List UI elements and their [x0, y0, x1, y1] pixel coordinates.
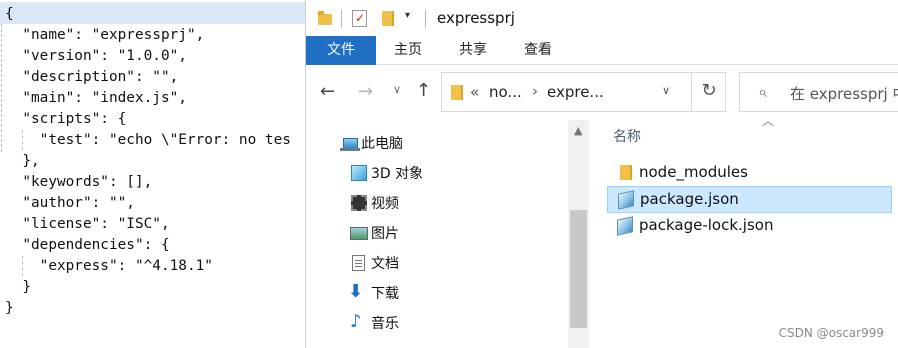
code-line: "express": "^4.18.1": [5, 258, 213, 274]
picture-icon: [350, 227, 368, 240]
code-line: "description": "",: [5, 69, 179, 85]
tab-view[interactable]: 查看: [516, 36, 560, 65]
search-placeholder: 在 expressprj 中: [790, 85, 898, 103]
search-box[interactable]: ⌕ 在 expressprj 中: [739, 72, 898, 112]
music-icon: ♪: [350, 311, 362, 332]
breadcrumb-segment[interactable]: expre...: [547, 83, 604, 101]
file-name: package-lock.json: [639, 216, 774, 234]
file-list: ︿ 名称 node_modules package.json package-l…: [589, 114, 898, 348]
search-icon: ⌕: [758, 82, 767, 101]
tab-file[interactable]: 文件: [306, 36, 376, 65]
back-arrow-icon[interactable]: ←: [320, 81, 335, 102]
json-file-icon: [617, 216, 633, 236]
nav-item-downloads[interactable]: 下载: [371, 283, 399, 305]
breadcrumb-segment[interactable]: no...: [489, 83, 522, 101]
file-row-package-lock-json[interactable]: package-lock.json: [607, 213, 892, 240]
recent-locations-chevron-icon[interactable]: ∨: [393, 83, 401, 96]
nav-item-music[interactable]: 音乐: [371, 313, 399, 335]
nav-item-videos[interactable]: 视频: [371, 193, 399, 215]
file-name: node_modules: [639, 163, 748, 181]
navigation-pane: 此电脑 3D 对象 视频 图片 文档 ⬇ 下载 ♪ 音乐: [306, 120, 589, 348]
code-line: "scripts": {: [5, 111, 127, 127]
nav-item-documents[interactable]: 文档: [371, 253, 399, 275]
code-line: "name": "expressprj",: [5, 27, 205, 43]
film-icon: [351, 195, 367, 211]
address-overflow[interactable]: «: [470, 83, 479, 101]
code-line: "version": "1.0.0",: [5, 48, 187, 64]
column-header-name[interactable]: 名称: [613, 126, 641, 146]
folder-icon: [451, 85, 463, 100]
pc-base: [340, 148, 360, 151]
folder-icon: [318, 11, 332, 25]
scroll-up-arrow-icon[interactable]: ▲: [574, 124, 582, 137]
file-row-package-json[interactable]: package.json: [607, 186, 892, 213]
address-dropdown-chevron-icon[interactable]: ∨: [662, 84, 670, 97]
refresh-button[interactable]: ↻: [691, 72, 726, 112]
refresh-icon: ↻: [701, 80, 717, 101]
json-file-icon: [618, 190, 634, 210]
code-line: },: [5, 153, 40, 169]
code-line: "keywords": [],: [5, 174, 153, 190]
code-editor[interactable]: { "name": "expressprj", "version": "1.0.…: [0, 0, 305, 348]
forward-arrow-icon[interactable]: →: [358, 81, 373, 102]
nav-item-3d-objects[interactable]: 3D 对象: [371, 163, 423, 185]
code-line: "author": "",: [5, 195, 135, 211]
sort-ascending-icon: ︿: [762, 114, 775, 128]
code-line: }: [5, 279, 31, 295]
file-row-node-modules[interactable]: node_modules: [607, 160, 892, 187]
address-bar[interactable]: « no... › expre... ∨: [441, 72, 726, 112]
ribbon-tabs: 文件 主页 共享 查看: [306, 36, 898, 65]
navigation-bar: ← → ∨ ↑ « no... › expre... ∨ ↻ ⌕ 在 expre…: [306, 65, 898, 120]
divider: [425, 10, 426, 28]
cube-icon: [351, 165, 367, 181]
download-icon: ⬇: [348, 281, 364, 302]
tab-share[interactable]: 共享: [451, 36, 495, 65]
code-line: "main": "index.js",: [5, 90, 187, 106]
nav-item-pictures[interactable]: 图片: [371, 223, 399, 245]
tab-home[interactable]: 主页: [386, 36, 430, 65]
watermark: CSDN @oscar999: [778, 326, 884, 340]
document-icon: [352, 255, 365, 271]
window-title: expressprj: [437, 9, 515, 27]
folder-icon: [620, 165, 632, 180]
breadcrumb-chevron-icon: ›: [532, 82, 538, 100]
file-name: package.json: [640, 190, 739, 208]
navigation-pane-scrollbar[interactable]: ▲: [568, 120, 589, 348]
code-line: "test": "echo \"Error: no tes: [5, 132, 291, 148]
code-line: "dependencies": {: [5, 237, 170, 253]
scroll-thumb[interactable]: [570, 210, 587, 328]
properties-icon[interactable]: ✓: [352, 10, 367, 27]
code-line: "license": "ISC",: [5, 216, 170, 232]
new-folder-icon[interactable]: [382, 11, 394, 26]
file-explorer-window: ✓ ▾ expressprj 文件 主页 共享 查看 ← → ∨ ↑ « no.…: [305, 0, 898, 348]
indent-guide: [1, 24, 2, 152]
title-bar: ✓ ▾ expressprj: [306, 0, 898, 36]
nav-item-this-pc[interactable]: 此电脑: [361, 133, 403, 155]
up-arrow-icon[interactable]: ↑: [416, 80, 431, 101]
current-line-highlight: [0, 2, 305, 24]
customize-toolbar-chevron-icon[interactable]: ▾: [405, 10, 410, 21]
divider: [341, 10, 342, 28]
code-line: {: [5, 6, 14, 22]
code-line: }: [5, 300, 14, 316]
